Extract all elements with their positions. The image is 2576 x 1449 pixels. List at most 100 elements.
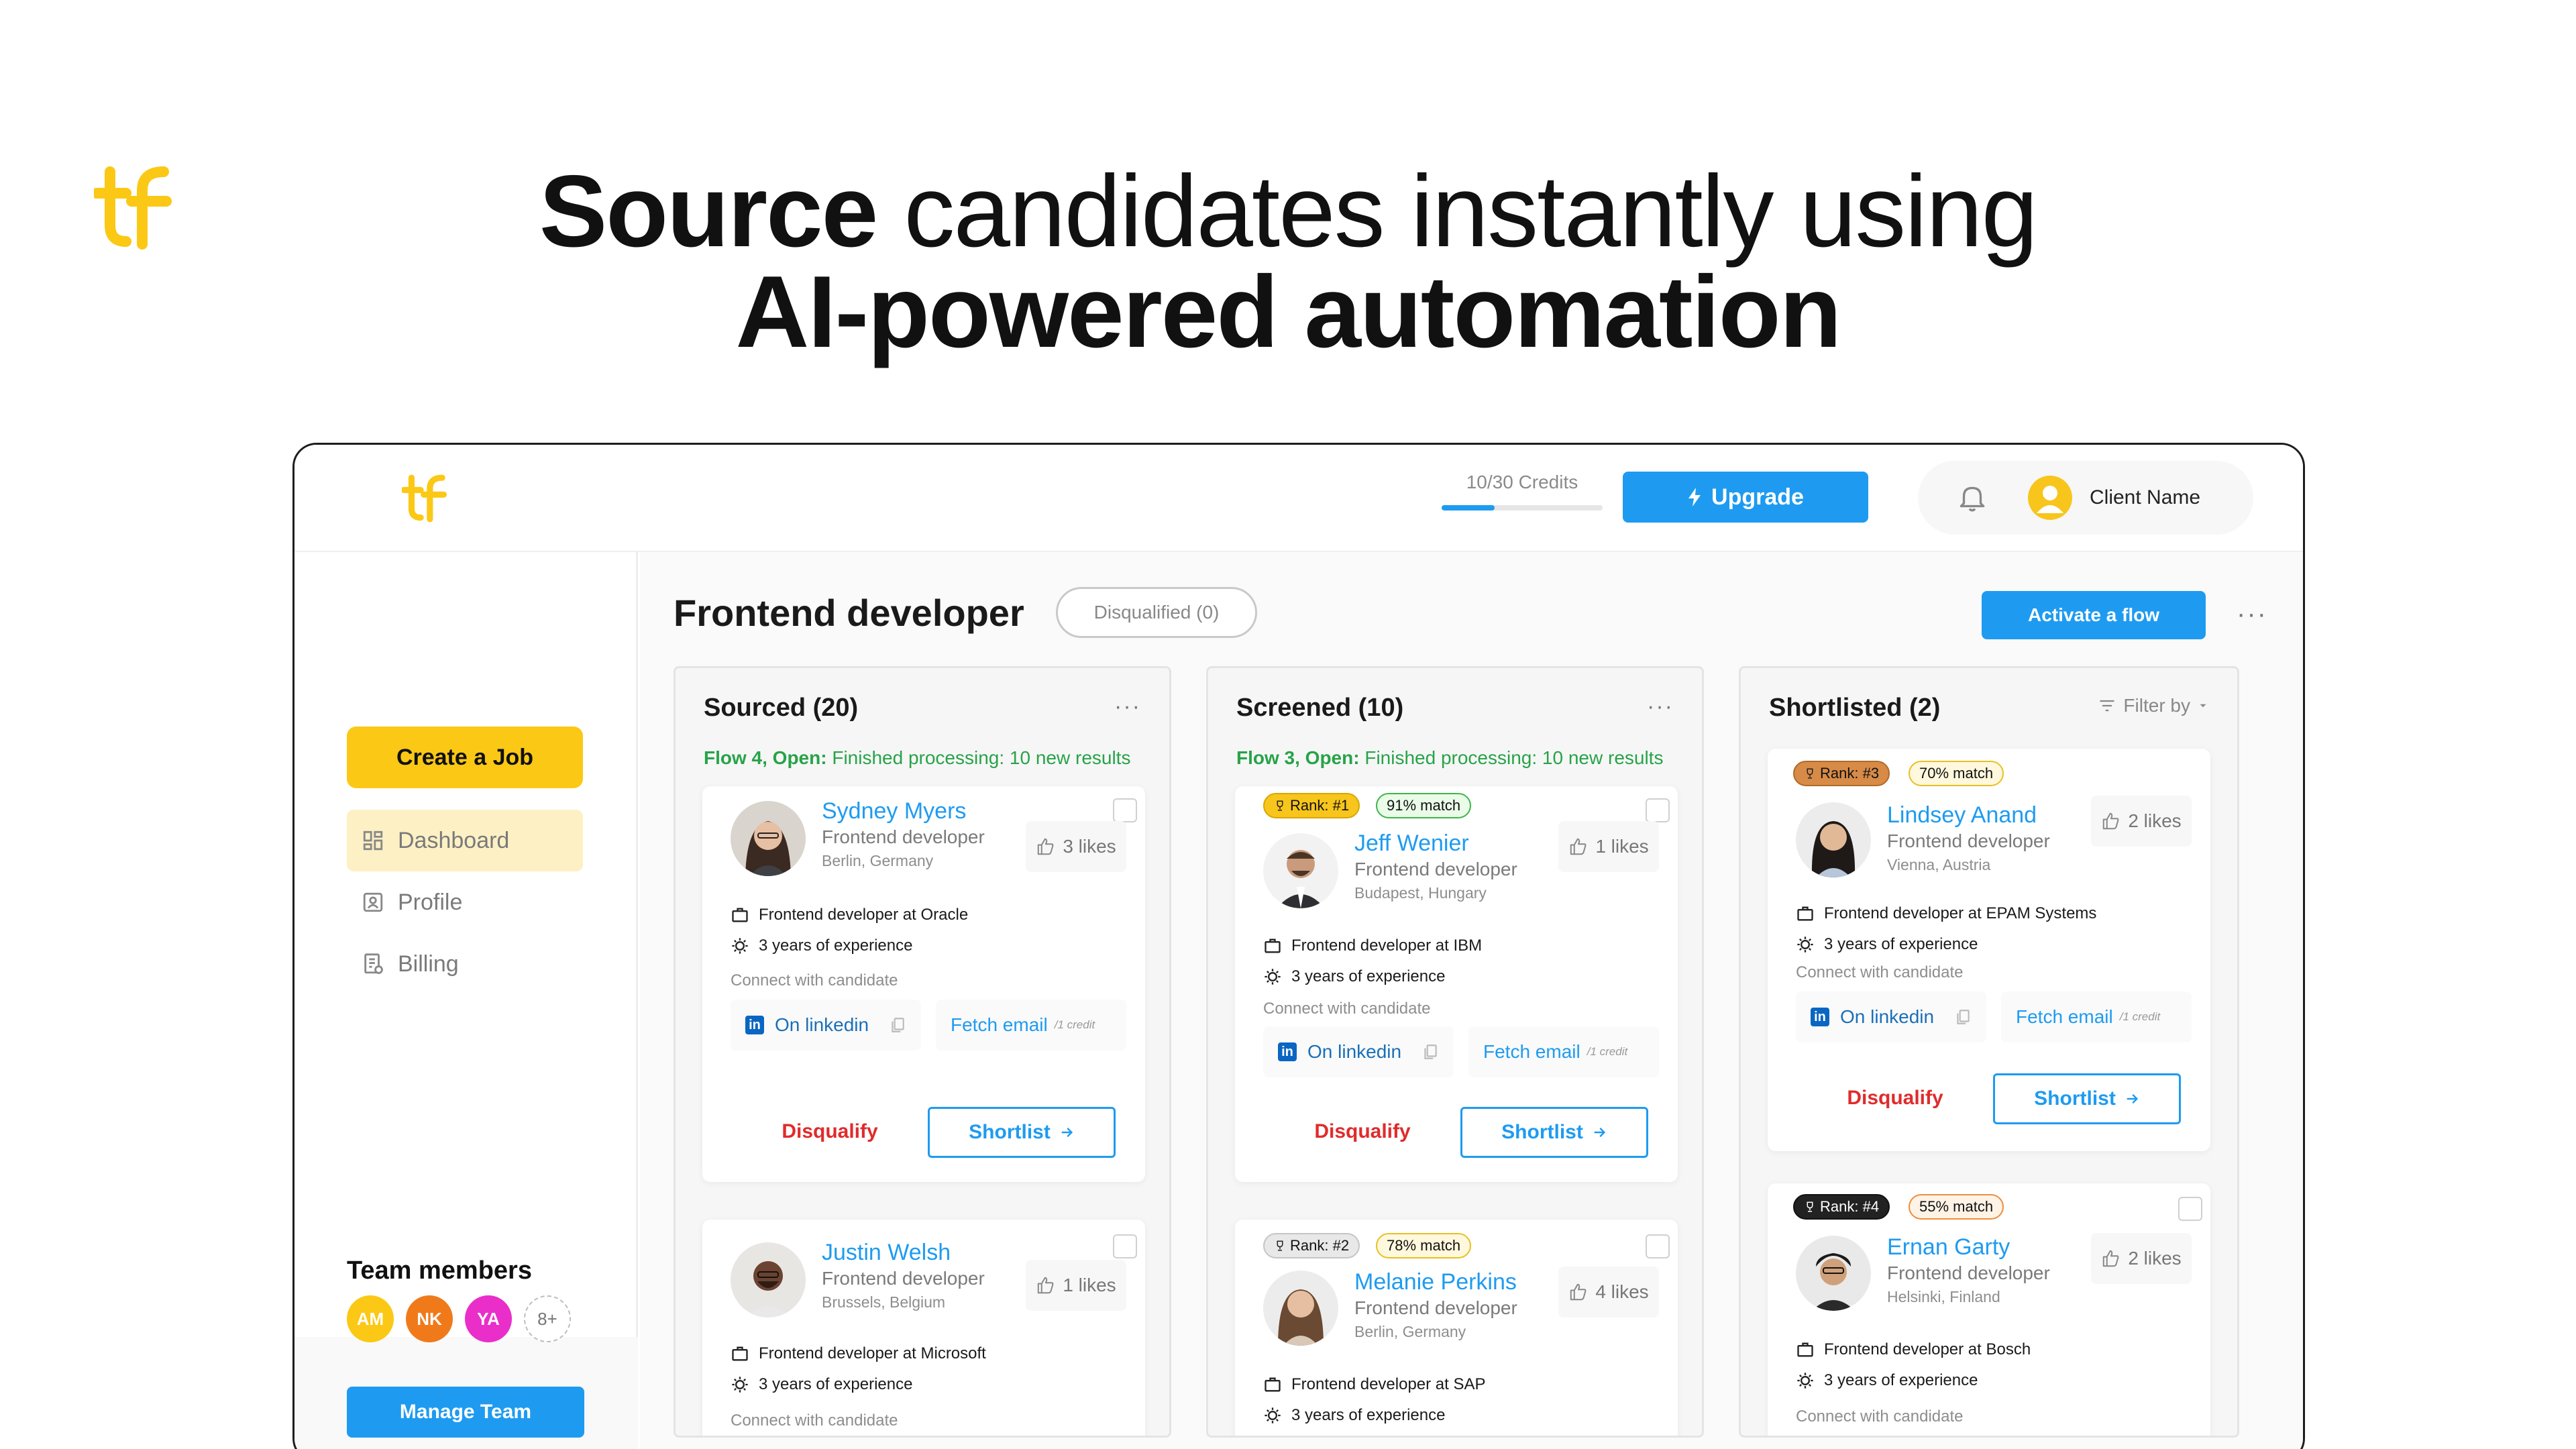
candidate-name[interactable]: Sydney Myers [822,798,966,824]
candidate-location: Vienna, Austria [1887,856,1991,873]
likes-count: 2 likes [2128,810,2182,831]
shortlist-label: Shortlist [969,1121,1051,1143]
linkedin-button[interactable]: in On linkedin [731,1000,921,1051]
copy-icon[interactable] [1954,1008,1972,1026]
disqualified-filter-button[interactable]: Disqualified (0) [1056,587,1257,638]
rank-badge: Rank: #3 [1793,761,1890,786]
current-job-text: Frontend developer at Oracle [759,906,969,924]
likes-button[interactable]: 3 likes [1026,821,1126,872]
upgrade-button[interactable]: Upgrade [1623,472,1868,523]
fetch-email-button[interactable]: Fetch email /1 credit [936,1000,1126,1051]
team-avatar-more[interactable]: 8+ [524,1295,571,1342]
candidate-avatar [731,1242,806,1318]
team-avatar-nk[interactable]: NK [406,1295,453,1342]
candidate-role: Frontend developer [1887,830,2050,851]
thumbs-up-icon [1570,838,1587,855]
experience-text: 3 years of experience [1824,1371,1978,1389]
candidate-name[interactable]: Melanie Perkins [1354,1269,1517,1295]
linkedin-button[interactable]: in On linkedin [1263,1026,1454,1077]
fetch-email-button[interactable]: Fetch email /1 credit [2001,991,2192,1042]
candidate-name[interactable]: Justin Welsh [822,1240,951,1266]
activate-flow-button[interactable]: Activate a flow [1982,591,2206,639]
candidate-card[interactable]: Rank: #2 78% match Melanie Perkins Front… [1235,1220,1678,1436]
team-members-title: Team members [347,1256,532,1285]
candidate-location: Budapest, Hungary [1354,884,1487,902]
sidebar-item-profile[interactable]: Profile [347,871,583,933]
bell-icon[interactable] [1955,481,1989,515]
team-avatar-am[interactable]: AM [347,1295,394,1342]
candidate-location: Brussels, Belgium [822,1293,946,1311]
select-checkbox[interactable] [1646,798,1670,822]
linkedin-label: On linkedin [1840,1006,1935,1027]
candidate-name[interactable]: Ernan Garty [1887,1234,2010,1260]
likes-button[interactable]: 4 likes [1558,1267,1659,1318]
candidate-role: Frontend developer [822,826,985,847]
manage-team-button[interactable]: Manage Team [347,1387,584,1438]
likes-button[interactable]: 2 likes [2091,796,2192,847]
linkedin-label: On linkedin [1307,1041,1402,1062]
column-title: Shortlisted (2) [1769,694,1941,722]
column-more-icon[interactable]: ··· [1647,694,1674,720]
fetch-email-cost: /1 credit [1054,1018,1095,1031]
rank-badge: Rank: #2 [1263,1233,1360,1258]
app-logo-icon[interactable] [402,472,449,525]
profile-icon [363,892,383,912]
likes-button[interactable]: 2 likes [2091,1233,2192,1284]
flow-status-text: Finished processing: 10 new results [1359,747,1664,768]
copy-icon[interactable] [889,1016,906,1034]
likes-count: 1 likes [1063,1275,1116,1295]
current-job-text: Frontend developer at IBM [1291,936,1483,955]
shortlist-button[interactable]: Shortlist [1993,1073,2181,1124]
filter-by-dropdown[interactable]: Filter by [2098,695,2209,716]
select-checkbox[interactable] [1113,1234,1137,1258]
connect-label: Connect with candidate [1796,963,1964,981]
user-menu[interactable]: Client Name [1918,461,2253,535]
thumbs-up-icon [2103,1250,2119,1267]
candidate-location: Helsinki, Finland [1887,1288,2000,1305]
connect-label: Connect with candidate [731,1411,898,1430]
shortlist-button[interactable]: Shortlist [928,1107,1116,1158]
sidebar-item-billing[interactable]: Billing [347,933,583,995]
disqualify-button[interactable]: Disqualify [763,1120,897,1143]
select-checkbox[interactable] [1646,1234,1670,1258]
select-checkbox[interactable] [1113,798,1137,822]
hero-headline: Source candidates instantly using AI-pow… [0,160,2576,363]
candidate-avatar [1263,833,1338,908]
likes-button[interactable]: 1 likes [1026,1260,1126,1311]
candidate-card[interactable]: Sydney Myers Frontend developer Berlin, … [702,786,1145,1182]
candidate-name[interactable]: Jeff Wenier [1354,830,1469,857]
copy-icon[interactable] [1421,1043,1439,1061]
match-badge: 91% match [1376,793,1472,818]
candidate-card[interactable]: Rank: #1 91% match Jeff Wenier Frontend … [1235,786,1678,1182]
thumbs-up-icon [1038,838,1054,855]
disqualify-button[interactable]: Disqualify [1828,1087,1962,1110]
thumbs-up-icon [1570,1283,1587,1301]
candidate-name[interactable]: Lindsey Anand [1887,802,2037,828]
thumbs-up-icon [2103,812,2119,830]
medal-icon [732,1377,748,1393]
shortlist-button[interactable]: Shortlist [1460,1107,1648,1158]
more-options-icon[interactable]: ··· [2237,599,2267,629]
fetch-email-button[interactable]: Fetch email /1 credit [1468,1026,1659,1077]
chevron-down-icon [2200,704,2206,708]
candidate-card[interactable]: Justin Welsh Frontend developer Brussels… [702,1220,1145,1436]
team-avatars: AM NK YA 8+ [347,1295,571,1342]
candidate-card[interactable]: Rank: #3 70% match Lindsey Anand Fronten… [1768,749,2210,1151]
flow-status-label: Flow 4, Open: [704,747,827,768]
column-screened: Screened (10) ··· Flow 3, Open: Finished… [1206,666,1704,1438]
experience-text: 3 years of experience [1291,967,1446,985]
linkedin-button[interactable]: in On linkedin [1796,991,1986,1042]
candidate-role: Frontend developer [1887,1263,2050,1283]
candidate-avatar [1263,1271,1338,1346]
column-more-icon[interactable]: ··· [1114,694,1141,720]
thumbs-up-icon [1038,1277,1054,1294]
likes-button[interactable]: 1 likes [1558,821,1659,872]
sidebar-item-dashboard[interactable]: Dashboard [347,810,583,871]
team-avatar-ya[interactable]: YA [465,1295,512,1342]
user-avatar[interactable] [2028,476,2072,520]
select-checkbox[interactable] [2178,1197,2202,1221]
create-job-button[interactable]: Create a Job [347,727,583,788]
disqualify-button[interactable]: Disqualify [1295,1120,1430,1143]
experience: 3 years of experience [1263,967,1445,986]
candidate-card[interactable]: Rank: #4 55% match Ernan Garty Frontend … [1768,1183,2210,1436]
